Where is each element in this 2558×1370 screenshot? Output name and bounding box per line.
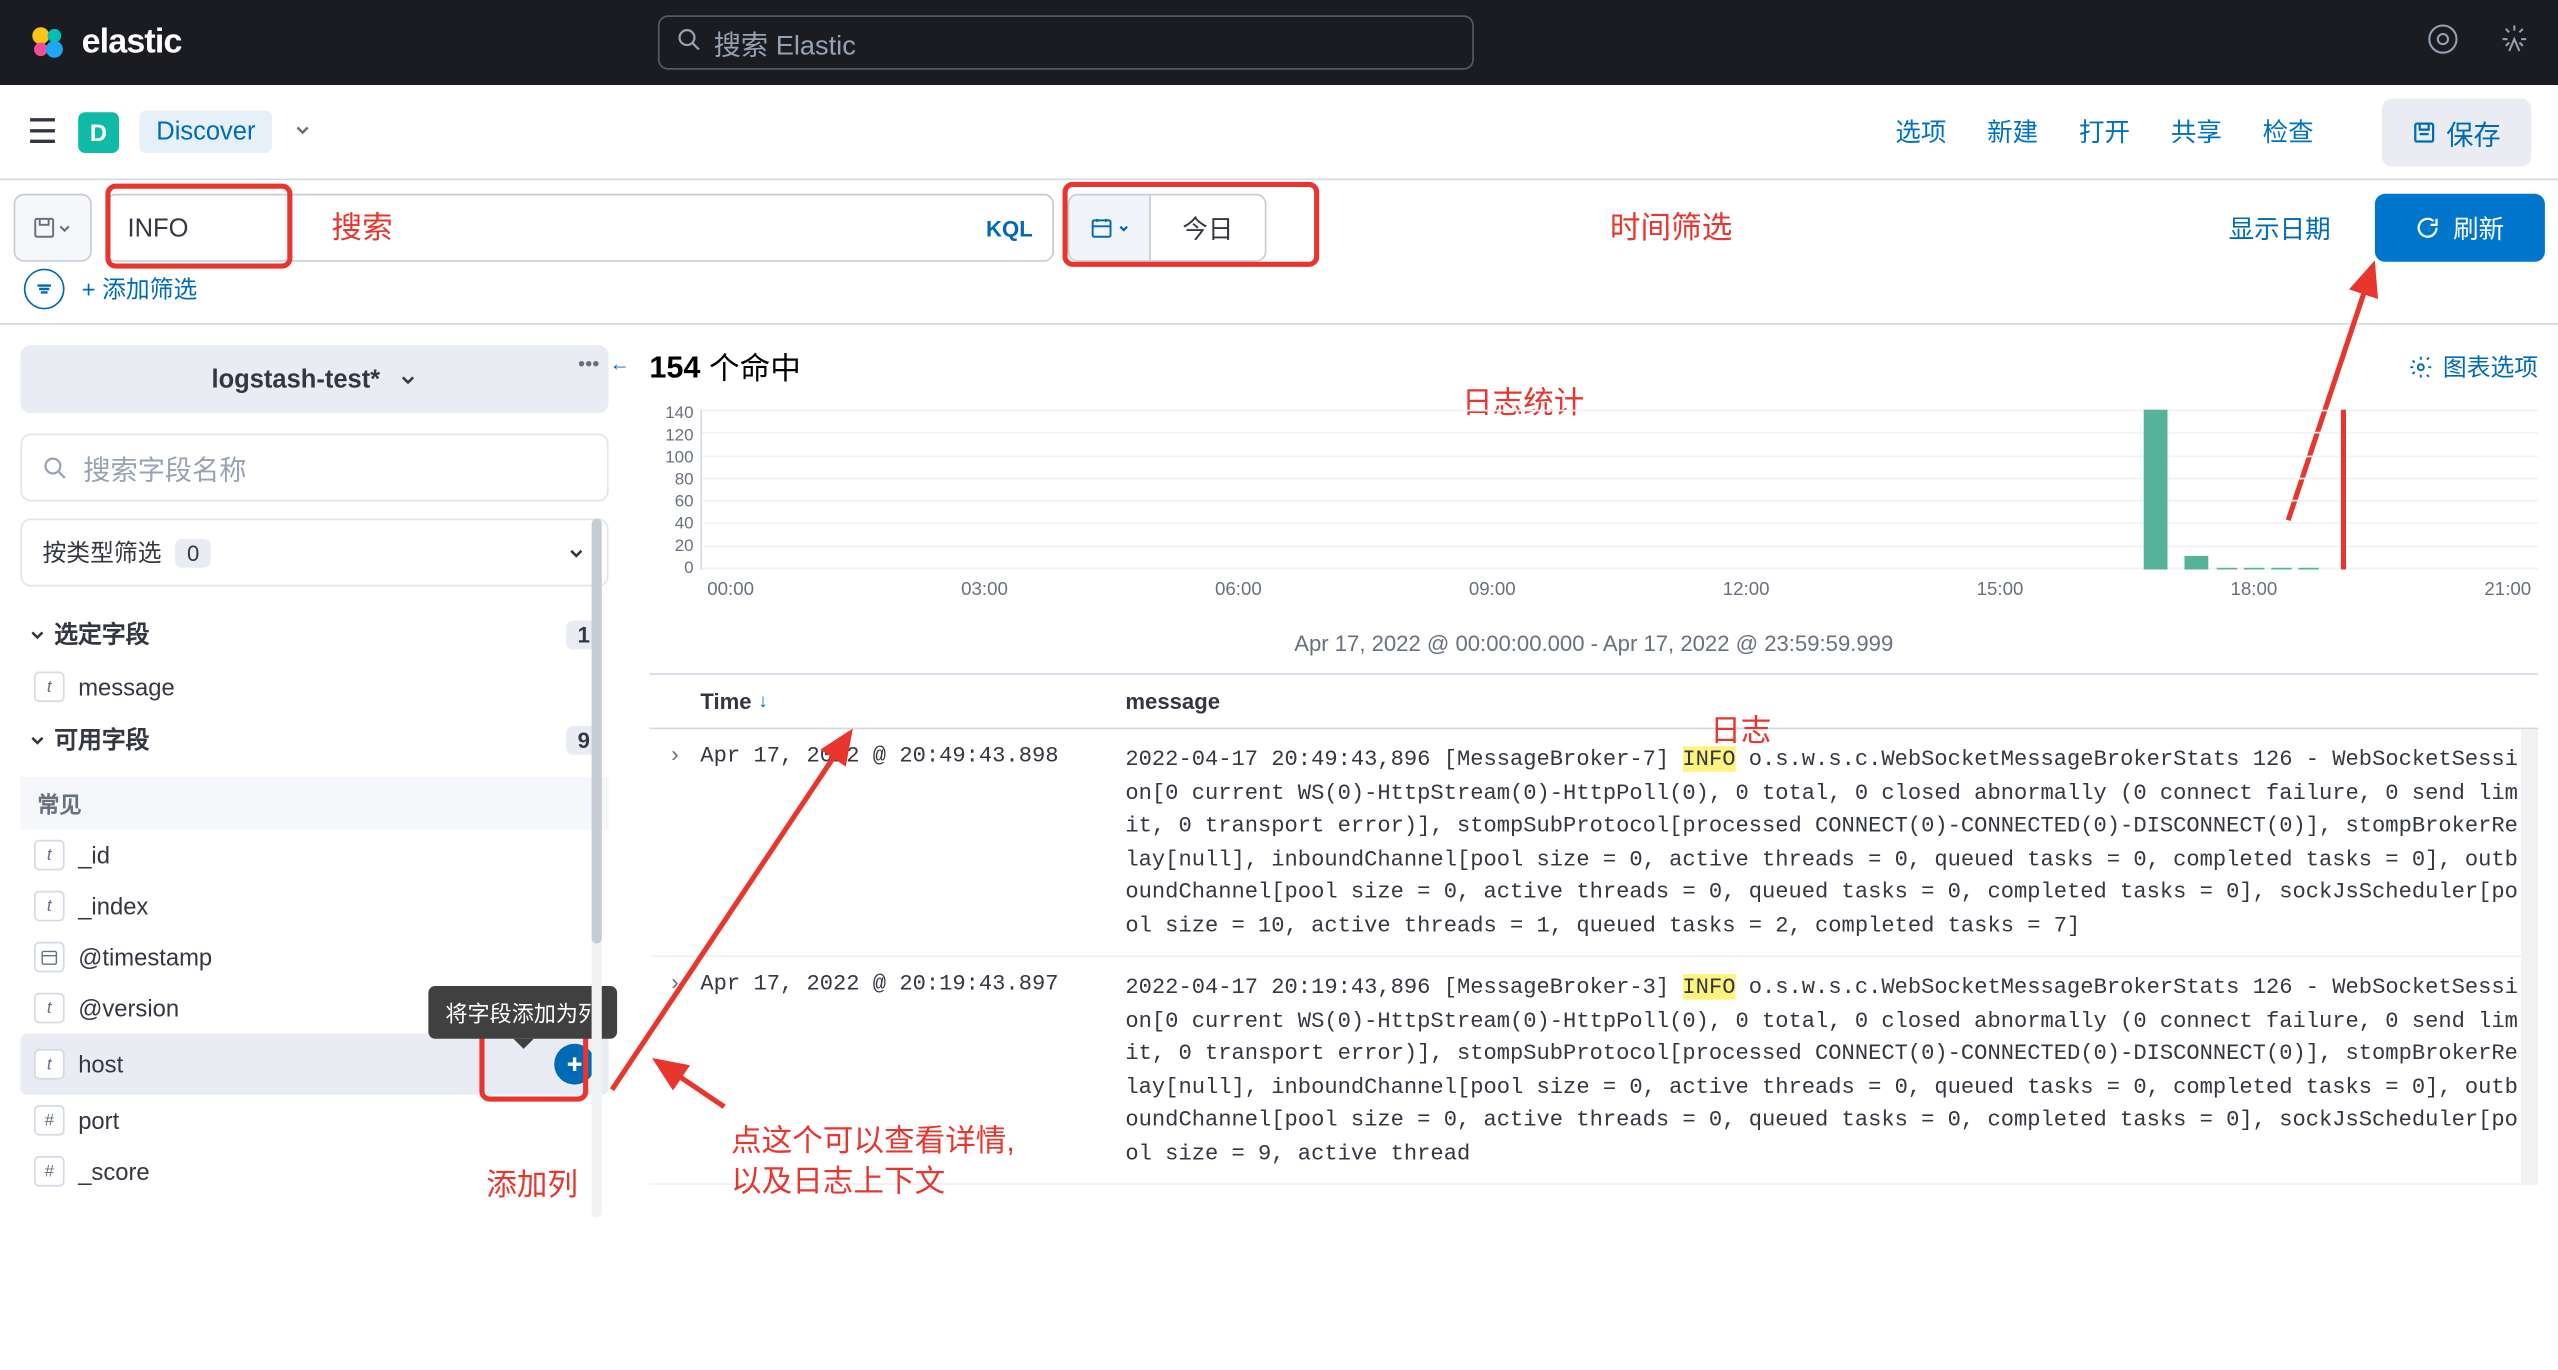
sort-desc-icon: ↓ [758,691,767,711]
save-icon [2412,120,2436,144]
sidebar-collapse-icon[interactable]: ••• [578,352,599,376]
filter-toggle-icon[interactable] [24,269,65,310]
table-scrollbar[interactable] [2521,729,2538,1185]
global-header: elastic 搜索 Elastic [0,0,2558,85]
brand-text: elastic [82,23,182,62]
elastic-logo[interactable]: elastic [27,22,181,63]
query-input[interactable]: INFO KQL [105,194,1054,262]
query-lang-switch[interactable]: KQL [986,215,1033,241]
text-type-icon: t [34,1049,65,1080]
save-button[interactable]: 保存 [2382,98,2532,166]
add-filter-link[interactable]: + 添加筛选 [82,272,198,306]
refresh-label: 刷新 [2453,210,2504,246]
space-badge[interactable]: D [78,111,119,152]
date-type-icon [34,942,65,973]
table-body: ›Apr 17, 2022 @ 20:49:43.8982022-04-17 2… [649,729,2521,1185]
table-header: Time ↓ message [649,673,2538,729]
chart-options-link[interactable]: 图表选项 [2409,350,2538,384]
annotation-box-datepicker [1063,182,1320,267]
field-search-input[interactable]: 搜索字段名称 [20,434,608,502]
expand-row-icon[interactable]: › [649,971,700,1170]
field-message[interactable]: t message [20,661,608,712]
chevron-down-icon [27,729,47,749]
search-icon [676,26,700,58]
text-type-icon: t [34,993,65,1024]
text-type-icon: t [34,672,65,703]
chevron-down-icon [27,624,47,644]
nav-toggle-icon[interactable]: ☰ [27,111,57,154]
elastic-logo-icon [27,22,68,63]
sidebar-collapse-arrow-icon[interactable]: ← [610,352,630,376]
hit-count: 154 个命中 图表选项 [649,345,2538,389]
index-pattern-name: logstash-test* [211,365,380,394]
field-search-placeholder: 搜索字段名称 [83,447,246,488]
text-type-icon: t [34,891,65,922]
column-time[interactable]: Time ↓ [700,689,1125,715]
field-timestamp[interactable]: @timestamp [20,932,608,983]
selected-fields-header[interactable]: 选定字段 1 [20,607,608,661]
global-search-input[interactable]: 搜索 Elastic [658,15,1474,69]
link-share[interactable]: 共享 [2171,114,2222,150]
time-range-label: Apr 17, 2022 @ 00:00:00.000 - Apr 17, 20… [649,631,2538,657]
row-timestamp: Apr 17, 2022 @ 20:19:43.897 [700,971,1125,1170]
field-port[interactable]: #port [20,1095,608,1146]
chevron-down-icon [566,542,586,562]
filter-bar: + 添加筛选 [0,262,2558,325]
query-bar: INFO KQL 今日 显示日期 刷新 [0,180,2558,262]
type-filter-count: 0 [175,538,211,567]
sidebar-scrollbar[interactable] [592,519,602,1218]
link-open[interactable]: 打开 [2079,114,2130,150]
chart-xaxis: 00:0003:0006:0009:0012:0015:0018:0021:00 [700,580,2538,600]
save-label: 保存 [2446,111,2500,152]
common-fields-header: 常见 [20,777,608,830]
selected-fields-label: 选定字段 [54,617,149,651]
saved-query-button[interactable] [14,194,92,262]
histogram-chart[interactable]: 140120100806040200 00:0003:0006:0009:001… [700,403,2538,624]
link-inspect[interactable]: 检查 [2263,114,2314,150]
index-pattern-selector[interactable]: logstash-test* [20,345,608,413]
link-options[interactable]: 选项 [1895,114,1946,150]
refresh-button[interactable]: 刷新 [2375,194,2545,262]
field-score[interactable]: #_score [20,1146,608,1197]
available-fields-header[interactable]: 可用字段 9 [20,712,608,766]
available-fields-label: 可用字段 [54,723,149,757]
type-filter[interactable]: 按类型筛选 0 [20,519,608,587]
row-timestamp: Apr 17, 2022 @ 20:49:43.898 [700,743,1125,942]
search-icon [43,456,67,480]
chart-bars [700,410,2538,570]
global-search-placeholder: 搜索 Elastic [714,22,856,63]
breadcrumb-app[interactable]: Discover [139,111,272,154]
gear-icon [2409,355,2433,379]
row-message: 2022-04-17 20:49:43,896 [MessageBroker-7… [1125,743,2521,942]
help-icon[interactable] [2426,21,2460,64]
field-id[interactable]: t_id [20,830,608,881]
row-message: 2022-04-17 20:19:43,896 [MessageBroker-3… [1125,971,2521,1170]
chevron-down-icon [397,369,417,389]
type-filter-label: 按类型筛选 [43,536,162,570]
expand-row-icon[interactable]: › [649,743,700,942]
results-panel: ••• ← 154 个命中 图表选项 日志统计 1401201008060402… [629,325,2558,1218]
refresh-icon [2416,216,2440,240]
table-row[interactable]: ›Apr 17, 2022 @ 20:49:43.8982022-04-17 2… [649,729,2521,957]
sidebar: logstash-test* 搜索字段名称 按类型筛选 0 选定字段 1 t m… [0,325,629,1218]
number-type-icon: # [34,1105,65,1136]
column-message[interactable]: message [1125,689,2521,715]
chevron-down-icon[interactable] [293,116,313,147]
annotation-box-search [105,184,292,269]
disk-icon [32,216,56,240]
text-type-icon: t [34,840,65,871]
link-new[interactable]: 新建 [1987,114,2038,150]
number-type-icon: # [34,1156,65,1187]
app-subheader: ☰ D Discover 选项 新建 打开 共享 检查 保存 [0,85,2558,180]
show-dates-link[interactable]: 显示日期 [2198,210,2361,246]
table-row[interactable]: ›Apr 17, 2022 @ 20:19:43.8972022-04-17 2… [649,957,2521,1185]
field-index[interactable]: t_index [20,881,608,932]
chevron-down-icon [56,219,73,236]
main-area: logstash-test* 搜索字段名称 按类型筛选 0 选定字段 1 t m… [0,325,2558,1218]
newsfeed-icon[interactable] [2497,21,2531,64]
add-column-tooltip: 将字段添加为列 [428,986,617,1039]
chart-yaxis: 140120100806040200 [653,403,694,580]
